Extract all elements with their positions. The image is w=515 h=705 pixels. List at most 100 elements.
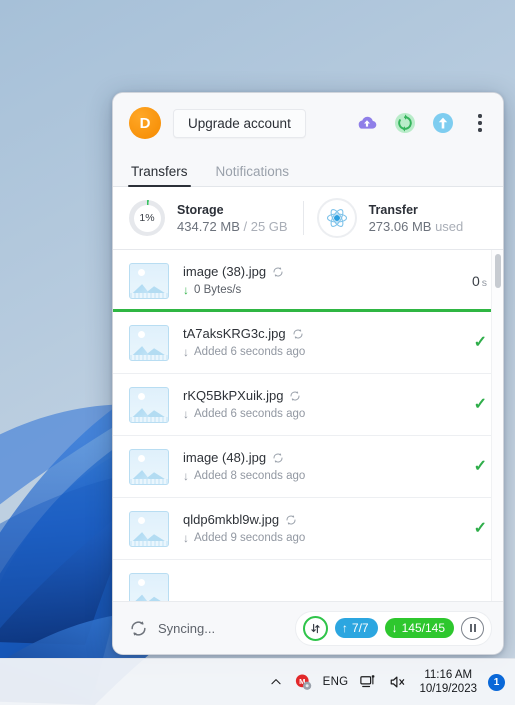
transfer-right: ✓ [464, 333, 487, 351]
sync-small-icon [290, 390, 300, 401]
notification-count: 1 [493, 676, 500, 688]
transfer-status: Added 9 seconds ago [194, 531, 306, 544]
transfer-toggle-icon[interactable] [302, 615, 328, 641]
storage-title: Storage [177, 202, 224, 217]
mega-tray-icon[interactable]: M [294, 673, 312, 691]
transfer-right: ✓ [464, 458, 487, 475]
file-thumbnail-icon [129, 448, 169, 485]
storage-value: 434.72 MB / 25 GB [177, 218, 288, 235]
transfer-suffix: used [435, 218, 464, 234]
download-arrow-icon: ↓ [391, 621, 398, 635]
network-icon[interactable] [359, 673, 377, 691]
clock[interactable]: 11:16 AM 10/19/2023 [419, 668, 477, 696]
notification-badge[interactable]: 1 [488, 673, 505, 691]
transfer-right: ✓ [464, 395, 487, 413]
volume-muted-icon[interactable] [388, 673, 408, 691]
list-scrollbar[interactable] [491, 250, 503, 601]
sync-status-label: Syncing... [158, 620, 216, 636]
transfer-status-row: ↓ Added 8 seconds ago [183, 468, 464, 485]
upgrade-account-button[interactable]: Upgrade account [173, 108, 306, 138]
windows-taskbar: M ENG 11:16 AM 10/19/2023 1 [0, 658, 515, 705]
storage-used: 434.72 MB [177, 218, 240, 234]
mega-desktop-app-window: D Upgrade account Transfers Notification… [112, 92, 504, 655]
transfer-list: image (38).jpg ↓ 0 Bytes/s 0s tA7aksKRG3… [113, 250, 503, 601]
sync-small-icon [273, 266, 283, 277]
scrollbar-thumb[interactable] [494, 254, 501, 288]
storage-separator: / [239, 218, 251, 234]
upload-arrow-icon[interactable] [430, 110, 456, 136]
file-name-row: image (48).jpg [183, 449, 464, 467]
transfer-status: Added 6 seconds ago [194, 345, 306, 358]
eta-value: 0s [472, 273, 487, 289]
eta-number: 0 [471, 272, 480, 289]
language-indicator[interactable]: ENG [323, 676, 349, 688]
tab-bar: Transfers Notifications [113, 153, 503, 187]
table-row[interactable]: image (48).jpg ↓ Added 8 seconds ago ✓ [113, 436, 503, 498]
show-hidden-icons-icon[interactable] [269, 675, 283, 689]
transfer-used: 273.06 MB [368, 218, 432, 234]
upload-counter-pill[interactable]: ↑ 7/7 [334, 618, 378, 638]
transfer-status-row: ↓ Added 6 seconds ago [183, 344, 464, 361]
transfer-info: image (48).jpg ↓ Added 8 seconds ago [183, 449, 464, 485]
clock-date: 10/19/2023 [419, 683, 477, 695]
avatar[interactable]: D [129, 107, 161, 139]
quota-divider [302, 201, 304, 235]
download-count: 145/145 [401, 621, 445, 635]
download-counter-pill[interactable]: ↓ 145/145 [384, 618, 454, 638]
sync-small-icon [286, 514, 296, 525]
clock-time: 11:16 AM [424, 669, 473, 681]
status-badge: ✓ [473, 333, 487, 351]
transfer-status: 0 Bytes/s [194, 283, 242, 296]
upload-count: 7/7 [351, 621, 369, 635]
download-arrow-icon: ↓ [183, 407, 189, 421]
transfer-status-row: ↓ 0 Bytes/s [183, 282, 462, 299]
transfer-quota-block[interactable]: Transfer 273.06 MB used [316, 198, 464, 238]
more-options-icon[interactable] [470, 110, 490, 136]
tab-transfers-label: Transfers [131, 164, 188, 179]
storage-total: 25 GB [250, 218, 288, 234]
file-thumbnail-icon [129, 510, 169, 547]
transfer-title: Transfer [368, 202, 418, 217]
cloud-upload-icon[interactable] [354, 110, 380, 136]
quota-strip: 1% Storage 434.72 MB / 25 GB Transfer 27… [113, 187, 503, 250]
desktop-background: D Upgrade account Transfers Notification… [0, 0, 515, 705]
system-tray: M ENG 11:16 AM 10/19/2023 1 [269, 668, 515, 696]
status-badge: ✓ [473, 519, 487, 537]
transfer-status-row: ↓ Added 9 seconds ago [183, 530, 464, 547]
sync-circle-icon[interactable] [392, 110, 418, 136]
file-thumbnail-icon [129, 324, 169, 361]
upgrade-account-label: Upgrade account [188, 115, 291, 131]
transfer-status: Added 8 seconds ago [194, 469, 306, 482]
table-row[interactable]: rKQ5BkPXuik.jpg ↓ Added 6 seconds ago ✓ [113, 374, 503, 436]
app-header: D Upgrade account [113, 93, 503, 153]
table-row[interactable]: image (38).jpg ↓ 0 Bytes/s 0s [113, 250, 503, 312]
table-row[interactable]: qldp6mkbl9w.jpg ↓ Added 9 seconds ago ✓ [113, 498, 503, 560]
table-row[interactable] [113, 560, 503, 601]
pause-button[interactable] [461, 616, 484, 640]
file-name: image (48).jpg [183, 449, 267, 465]
file-name-row: rKQ5BkPXuik.jpg [183, 387, 464, 405]
sync-small-icon [293, 328, 303, 339]
eta-unit: s [481, 276, 487, 289]
file-thumbnail-icon [129, 386, 169, 423]
transfer-right: ✓ [464, 519, 487, 537]
tab-notifications-label: Notifications [215, 164, 290, 179]
storage-usage-ring: 1% [129, 200, 165, 236]
sync-small-icon [273, 452, 283, 463]
upload-arrow-icon: ↑ [341, 621, 348, 635]
file-name-row: qldp6mkbl9w.jpg [183, 511, 464, 529]
download-arrow-icon: ↓ [183, 345, 189, 359]
file-thumbnail-icon [129, 573, 169, 601]
download-arrow-icon: ↓ [183, 531, 189, 545]
transfer-info: qldp6mkbl9w.jpg ↓ Added 9 seconds ago [183, 511, 464, 547]
storage-quota-block[interactable]: 1% Storage 434.72 MB / 25 GB [129, 200, 288, 236]
status-badge: ✓ [473, 395, 487, 413]
download-arrow-icon: ↓ [183, 283, 189, 297]
tab-notifications[interactable]: Notifications [216, 164, 290, 186]
syncing-spinner-icon [131, 620, 146, 636]
transfer-info: image (38).jpg ↓ 0 Bytes/s [183, 263, 462, 299]
atom-icon [316, 198, 357, 238]
tab-transfers[interactable]: Transfers [128, 164, 191, 187]
storage-percent-label: 1% [139, 212, 155, 224]
table-row[interactable]: tA7aksKRG3c.jpg ↓ Added 6 seconds ago ✓ [113, 312, 503, 374]
